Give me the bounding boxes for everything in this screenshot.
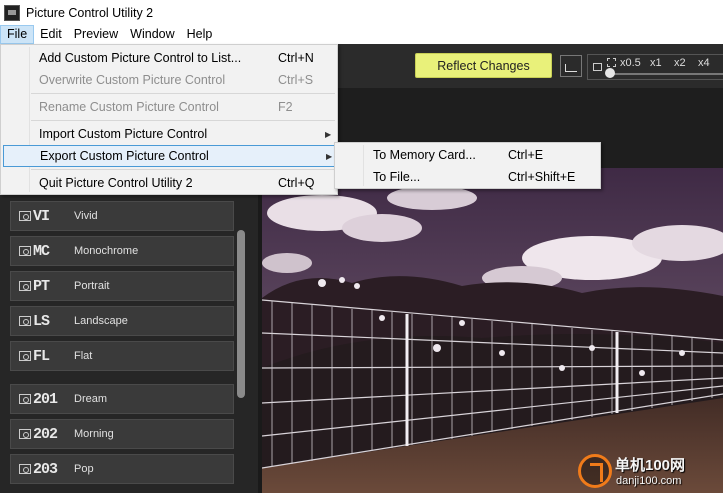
menu-separator xyxy=(31,93,335,94)
zoom-label-0[interactable]: x0.5 xyxy=(620,57,641,69)
menu-item-label: To File... xyxy=(373,170,421,184)
picture-control-icon: LS xyxy=(19,311,63,331)
submenu-arrow-icon: ▶ xyxy=(326,151,333,161)
reflect-changes-button[interactable]: Reflect Changes xyxy=(415,53,552,78)
single-view-icon[interactable] xyxy=(593,63,602,71)
menu-item-import[interactable]: Import Custom Picture Control ▶ xyxy=(3,123,335,145)
picture-control-icon: 202 xyxy=(19,424,63,444)
list-item[interactable]: 203 Pop xyxy=(10,454,234,484)
picture-control-icon: 201 xyxy=(19,389,63,409)
menu-item-label: Overwrite Custom Picture Control xyxy=(39,73,226,87)
list-item[interactable]: LS Landscape xyxy=(10,306,234,336)
list-item[interactable]: 202 Morning xyxy=(10,419,234,449)
menu-item-shortcut: F2 xyxy=(278,100,293,114)
list-item[interactable]: FL Flat xyxy=(10,341,234,371)
menu-bar: File Edit Preview Window Help xyxy=(0,25,723,44)
list-item-label: Vivid xyxy=(74,210,98,222)
watermark: 单机100网 danji100.com xyxy=(578,452,723,493)
list-item-label: Flat xyxy=(74,350,93,362)
list-item-label: Portrait xyxy=(74,280,110,292)
zoom-label-1[interactable]: x1 xyxy=(650,57,662,69)
histogram-icon[interactable] xyxy=(560,55,582,77)
title-bar: Picture Control Utility 2 xyxy=(0,0,723,25)
menu-item-label: Quit Picture Control Utility 2 xyxy=(39,176,193,190)
menu-item-label: Rename Custom Picture Control xyxy=(39,100,219,114)
list-item-label: Pop xyxy=(74,463,94,475)
menu-item-shortcut: Ctrl+S xyxy=(278,73,314,87)
picture-control-icon: FL xyxy=(19,346,63,366)
fit-to-screen-icon[interactable] xyxy=(607,58,616,67)
zoom-label-3[interactable]: x4 xyxy=(698,57,710,69)
zoom-slider-thumb[interactable] xyxy=(605,68,615,78)
menu-item-shortcut: Ctrl+E xyxy=(508,148,544,162)
window-title: Picture Control Utility 2 xyxy=(26,5,154,20)
toolbar: Reflect Changes x0.5 x1 x2 x4 xyxy=(338,44,723,88)
list-scrollbar-thumb[interactable] xyxy=(237,230,245,398)
preview-image xyxy=(262,168,723,493)
menu-item-shortcut: Ctrl+Q xyxy=(278,176,315,190)
menu-item-add-custom[interactable]: Add Custom Picture Control to List... Ct… xyxy=(3,47,335,69)
menu-item-label: Export Custom Picture Control xyxy=(40,149,209,163)
list-item[interactable]: PT Portrait xyxy=(10,271,234,301)
picture-control-icon: PT xyxy=(19,276,63,296)
menu-item-shortcut: Ctrl+Shift+E xyxy=(508,170,576,184)
app-icon xyxy=(4,4,20,21)
menu-item-shortcut: Ctrl+N xyxy=(278,51,314,65)
menu-window[interactable]: Window xyxy=(124,25,180,44)
menu-item-quit[interactable]: Quit Picture Control Utility 2 Ctrl+Q xyxy=(3,172,335,194)
file-menu-dropdown: Add Custom Picture Control to List... Ct… xyxy=(0,44,338,195)
zoom-slider-track[interactable] xyxy=(606,73,723,75)
picture-control-icon: VI xyxy=(19,206,63,226)
menu-item-export[interactable]: Export Custom Picture Control ▶ xyxy=(3,145,335,167)
list-item[interactable]: MC Monochrome xyxy=(10,236,234,266)
list-item[interactable]: 201 Dream xyxy=(10,384,234,414)
submenu-arrow-icon: ▶ xyxy=(325,129,332,139)
list-item-label: Dream xyxy=(74,393,108,405)
menu-file[interactable]: File xyxy=(0,25,35,44)
menu-separator xyxy=(31,169,335,170)
watermark-logo-icon xyxy=(578,454,612,488)
submenu-item-to-file[interactable]: To File... Ctrl+Shift+E xyxy=(337,166,598,188)
menu-item-label: Add Custom Picture Control to List... xyxy=(39,51,242,65)
list-item-label: Morning xyxy=(74,428,114,440)
menu-item-overwrite[interactable]: Overwrite Custom Picture Control Ctrl+S xyxy=(3,69,335,91)
list-item-label: Landscape xyxy=(74,315,128,327)
menu-separator xyxy=(31,120,335,121)
export-submenu: To Memory Card... Ctrl+E To File... Ctrl… xyxy=(334,142,601,189)
zoom-control: x0.5 x1 x2 x4 xyxy=(587,54,723,80)
menu-help[interactable]: Help xyxy=(181,25,219,44)
list-item[interactable]: VI Vivid xyxy=(10,201,234,231)
menu-item-label: Import Custom Picture Control xyxy=(39,127,208,141)
menu-preview[interactable]: Preview xyxy=(68,25,124,44)
menu-edit[interactable]: Edit xyxy=(34,25,68,44)
picture-control-icon: MC xyxy=(19,241,63,261)
submenu-item-memory-card[interactable]: To Memory Card... Ctrl+E xyxy=(337,144,598,166)
list-item-label: Monochrome xyxy=(74,245,139,257)
picture-control-icon: 203 xyxy=(19,459,63,479)
menu-item-label: To Memory Card... xyxy=(373,148,476,162)
watermark-text: 单机100网 xyxy=(615,457,686,474)
zoom-label-2[interactable]: x2 xyxy=(674,57,686,69)
watermark-url: danji100.com xyxy=(616,475,682,487)
menu-item-rename[interactable]: Rename Custom Picture Control F2 xyxy=(3,96,335,118)
